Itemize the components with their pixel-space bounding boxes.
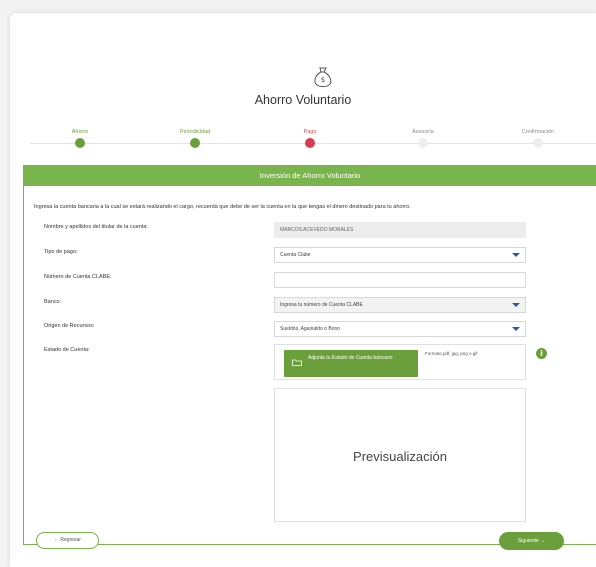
section-title: Inversión de Ahorro Voluntario bbox=[24, 166, 596, 186]
preview-box: Previsualización bbox=[274, 388, 526, 522]
origin-select[interactable]: Sueldos, Aguinaldo o Bono bbox=[274, 321, 526, 337]
accepted-formats: Formato pdf, jpg, png o gif bbox=[425, 351, 478, 356]
payment-type-select[interactable]: Cuenta Clabe bbox=[274, 247, 526, 263]
step-label-periodicidad: Periodicidad bbox=[179, 129, 211, 135]
svg-text:$: $ bbox=[321, 76, 325, 84]
step-dot-periodicidad[interactable] bbox=[190, 138, 200, 148]
step-label-pago: Pago bbox=[303, 129, 317, 135]
upload-statement-button[interactable]: Adjunta tu Estado de Cuenta bancario bbox=[284, 350, 418, 377]
origin-label: Origen de Recursos: bbox=[44, 323, 95, 329]
clabe-label: Número de Cuenta CLABE: bbox=[44, 274, 112, 280]
step-label-ahorro: Ahorro bbox=[71, 129, 89, 135]
step-dot-asesoria bbox=[418, 138, 428, 148]
step-label-asesoria: Asesoría bbox=[412, 129, 434, 135]
page-title: Ahorro Voluntario bbox=[254, 93, 352, 107]
holder-label: Nombre y apellidos del titular de la cue… bbox=[44, 224, 148, 230]
next-button[interactable]: Siguiente → bbox=[499, 532, 564, 550]
section-intro: Ingresa la cuenta bancaria a la cual se … bbox=[34, 204, 411, 210]
main-card: $ Ahorro Voluntario Ahorro Periodicidad … bbox=[10, 13, 596, 567]
step-dot-ahorro[interactable] bbox=[75, 138, 85, 148]
step-dot-pago[interactable] bbox=[305, 138, 315, 148]
bank-select[interactable]: Ingresa tu número de Cuenta CLABE bbox=[274, 297, 526, 313]
folder-icon bbox=[292, 359, 302, 366]
bank-value: Ingresa tu número de Cuenta CLABE bbox=[280, 302, 363, 308]
upload-area: Adjunta tu Estado de Cuenta bancario For… bbox=[274, 344, 526, 380]
payment-type-label: Tipo de pago: bbox=[44, 249, 78, 255]
money-bag-icon: $ bbox=[314, 67, 332, 87]
chevron-down-icon bbox=[512, 327, 520, 331]
origin-value: Sueldos, Aguinaldo o Bono bbox=[280, 326, 341, 332]
info-icon[interactable]: i bbox=[536, 348, 547, 359]
clabe-input[interactable] bbox=[274, 272, 526, 288]
step-label-confirmacion: Confirmación bbox=[521, 129, 555, 135]
back-button[interactable]: ← Regresar bbox=[36, 532, 99, 549]
preview-label: Previsualización bbox=[353, 449, 447, 464]
payment-type-value: Cuenta Clabe bbox=[280, 252, 311, 258]
holder-field: MARCOS ACEVEDO MORALES bbox=[274, 222, 526, 238]
bank-label: Banco: bbox=[44, 299, 62, 305]
investment-section: Inversión de Ahorro Voluntario Ingresa l… bbox=[23, 165, 596, 545]
chevron-down-icon bbox=[512, 303, 520, 307]
step-dot-confirmacion bbox=[533, 138, 543, 148]
statement-label: Estado de Cuenta: bbox=[44, 347, 90, 353]
chevron-down-icon bbox=[512, 253, 520, 257]
upload-label: Adjunta tu Estado de Cuenta bancario bbox=[308, 355, 393, 361]
